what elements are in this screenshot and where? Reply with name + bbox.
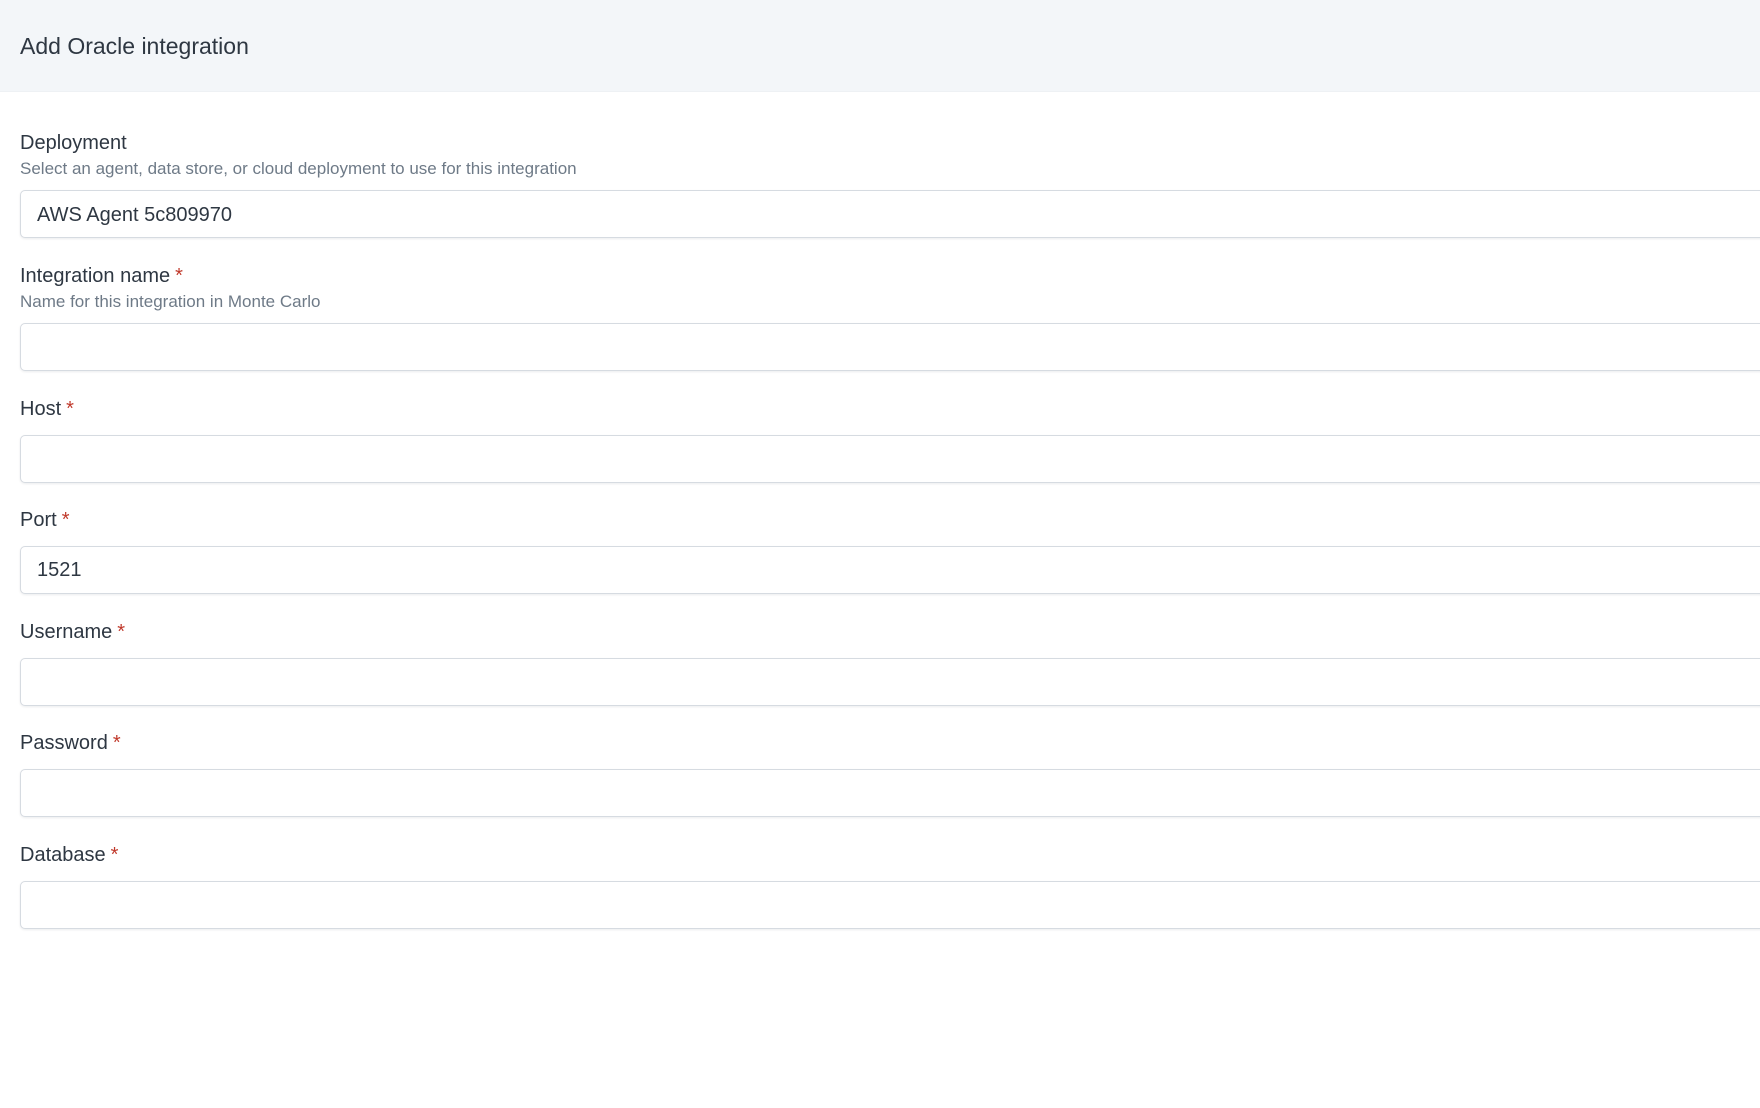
required-asterisk: *	[66, 398, 74, 420]
deployment-label: Deployment	[20, 130, 127, 156]
deployment-label-text: Deployment	[20, 132, 127, 154]
username-label: Username *	[20, 619, 125, 645]
host-label-text: Host	[20, 398, 62, 420]
integration-name-help-text: Name for this integration in Monte Carlo	[20, 292, 321, 311]
integration-name-label-text: Integration name	[20, 265, 171, 287]
port-label-text: Port	[20, 509, 57, 531]
deployment-help-text: Select an agent, data store, or cloud de…	[20, 159, 577, 178]
integration-name-input[interactable]	[20, 323, 1760, 371]
port-input[interactable]	[20, 546, 1760, 594]
port-label: Port *	[20, 507, 69, 533]
password-label: Password *	[20, 730, 121, 756]
required-asterisk: *	[117, 621, 126, 643]
username-label-text: Username	[20, 621, 113, 643]
deployment-selected-value: AWS Agent 5c809970	[37, 204, 232, 226]
database-label: Database *	[20, 842, 118, 868]
password-input[interactable]	[20, 769, 1760, 817]
database-label-text: Database	[20, 844, 106, 866]
page-title: Add Oracle integration	[20, 33, 249, 59]
required-asterisk: *	[112, 732, 121, 754]
page-header: Add Oracle integration	[0, 0, 1760, 92]
integration-name-label: Integration name *	[20, 263, 183, 289]
database-input[interactable]	[20, 881, 1760, 929]
password-label-text: Password	[20, 732, 108, 754]
host-input[interactable]	[20, 435, 1760, 483]
deployment-select[interactable]: AWS Agent 5c809970	[20, 190, 1760, 238]
username-input[interactable]	[20, 658, 1760, 706]
required-asterisk: *	[61, 509, 70, 531]
required-asterisk: *	[175, 265, 183, 287]
host-label: Host *	[20, 396, 74, 422]
required-asterisk: *	[110, 844, 119, 866]
